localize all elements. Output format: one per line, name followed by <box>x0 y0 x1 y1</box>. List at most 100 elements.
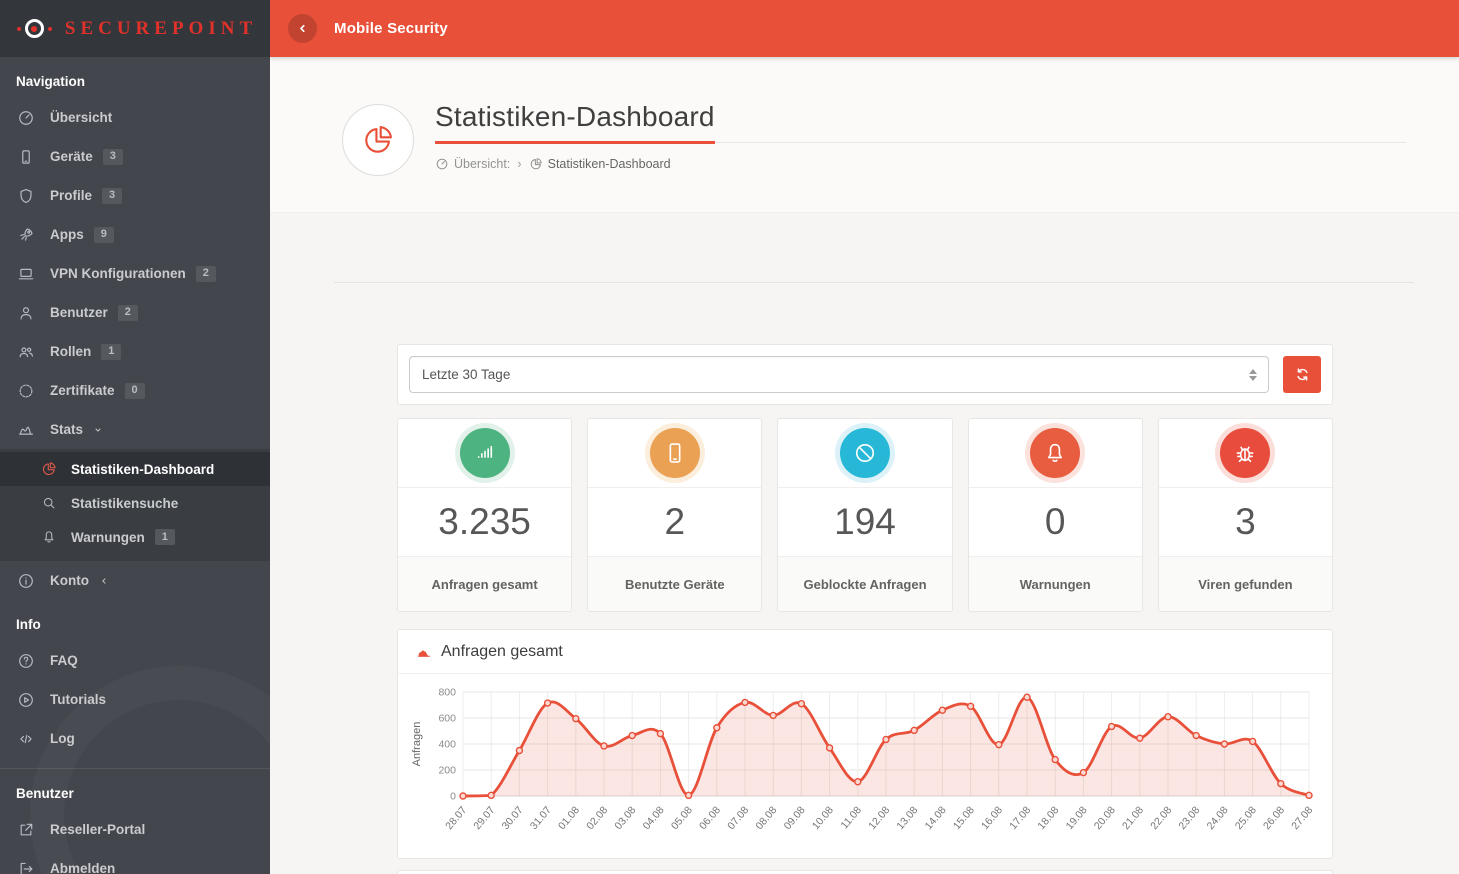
sidebar-item-zertifikate[interactable]: Zertifikate0 <box>0 371 270 410</box>
chart-panel: Anfragen gesamt 020040060080028.0729.073… <box>397 629 1333 859</box>
svg-text:04.08: 04.08 <box>641 804 667 832</box>
refresh-button[interactable] <box>1283 356 1321 393</box>
svg-text:800: 800 <box>438 687 456 699</box>
breadcrumb-item-statistiken-dashboard: Statistiken-Dashboard <box>529 157 671 171</box>
pie-chart-icon <box>41 461 59 477</box>
sidebar-item-konto[interactable]: Konto <box>0 561 270 600</box>
signal-bars-icon <box>460 428 510 478</box>
stats-box-icon <box>17 421 37 439</box>
user-icon <box>17 304 37 322</box>
brand-name: SECUREPOINT <box>65 18 257 40</box>
svg-text:30.07: 30.07 <box>500 804 526 832</box>
pie-chart-icon <box>529 157 543 171</box>
sidebar-item-warnungen[interactable]: Warnungen1 <box>0 520 270 554</box>
svg-text:28.07: 28.07 <box>443 804 469 832</box>
sidebar-submenu-stats: Statistiken-DashboardStatistikensucheWar… <box>0 449 270 561</box>
svg-text:600: 600 <box>438 713 456 725</box>
page-title-icon-circle <box>342 104 414 176</box>
stat-card-benutzte-ger-te: 2Benutzte Geräte <box>587 418 762 612</box>
svg-text:10.08: 10.08 <box>810 804 836 832</box>
sidebar-item-label: Warnungen <box>71 530 145 545</box>
time-range-value: Letzte 30 Tage <box>422 367 510 382</box>
count-badge: 2 <box>118 305 138 321</box>
count-badge: 2 <box>196 266 216 282</box>
certificate-icon <box>17 382 37 400</box>
svg-text:06.08: 06.08 <box>697 804 723 832</box>
topbar: Mobile Security <box>270 0 1459 57</box>
svg-text:31.07: 31.07 <box>528 804 554 832</box>
logo-o-icon <box>25 19 44 38</box>
sidebar-item-apps[interactable]: Apps9 <box>0 215 270 254</box>
svg-text:15.08: 15.08 <box>951 804 977 832</box>
sidebar-item-vpn-konfigurationen[interactable]: VPN Konfigurationen 2 <box>0 254 270 293</box>
area-chart-icon <box>416 644 432 660</box>
stat-label: Geblockte Anfragen <box>778 557 951 611</box>
stat-cards-row: 3.235Anfragen gesamt2Benutzte Geräte194G… <box>397 418 1333 612</box>
stat-value: 2 <box>588 488 761 557</box>
blocked-icon <box>840 428 890 478</box>
sidebar-item-label: FAQ <box>50 653 78 668</box>
svg-text:27.08: 27.08 <box>1289 804 1315 832</box>
svg-text:24.08: 24.08 <box>1205 804 1231 832</box>
search-icon <box>41 495 59 511</box>
sidebar-item-ger-te[interactable]: Geräte3 <box>0 137 270 176</box>
stat-card-geblockte-anfragen: 194Geblockte Anfragen <box>777 418 952 612</box>
sidebar-section-header: Navigation <box>0 57 270 98</box>
svg-text:20.08: 20.08 <box>1092 804 1118 832</box>
securepoint-logo[interactable]: SECUREPOINT <box>13 18 257 40</box>
count-badge: 9 <box>94 227 114 243</box>
svg-text:18.08: 18.08 <box>1035 804 1061 832</box>
svg-text:12.08: 12.08 <box>866 804 892 832</box>
logo-dot-icon <box>48 27 52 31</box>
stat-card-warnungen: 0Warnungen <box>968 418 1143 612</box>
stat-card-viren-gefunden: 3Viren gefunden <box>1158 418 1333 612</box>
sidebar-item-label: Konto <box>50 573 89 588</box>
content-divider <box>334 282 1414 283</box>
stat-value: 0 <box>969 488 1142 557</box>
svg-text:07.08: 07.08 <box>725 804 751 832</box>
sidebar-item-statistiken-dashboard[interactable]: Statistiken-Dashboard <box>0 452 270 486</box>
sidebar-item-abmelden[interactable]: Abmelden <box>0 849 270 874</box>
gauge-icon <box>435 157 449 171</box>
select-stepper-icon <box>1249 369 1257 381</box>
logo-dot-icon <box>17 27 21 31</box>
chevron-left-icon <box>98 575 110 587</box>
stat-label: Warnungen <box>969 557 1142 611</box>
sidebar-item-rollen[interactable]: Rollen1 <box>0 332 270 371</box>
sidebar-item-profile[interactable]: Profile3 <box>0 176 270 215</box>
sidebar-item-log[interactable]: Log <box>0 719 270 758</box>
sidebar-item-label: VPN Konfigurationen <box>50 266 186 281</box>
sidebar-item-bersicht[interactable]: Übersicht <box>0 98 270 137</box>
back-button[interactable] <box>288 14 317 43</box>
rocket-icon <box>17 226 37 244</box>
svg-text:03.08: 03.08 <box>612 804 638 832</box>
sidebar-item-reseller-portal[interactable]: Reseller-Portal <box>0 810 270 849</box>
sidebar-item-label: Statistiken-Dashboard <box>71 462 214 477</box>
sidebar-nav: NavigationÜbersichtGeräte3Profile3Apps9V… <box>0 57 270 874</box>
sidebar-item-faq[interactable]: FAQ <box>0 641 270 680</box>
svg-text:08.08: 08.08 <box>753 804 779 832</box>
logo-band: SECUREPOINT <box>0 0 270 57</box>
svg-text:23.08: 23.08 <box>1176 804 1202 832</box>
sidebar-item-label: Reseller-Portal <box>50 822 145 837</box>
sidebar-item-label: Übersicht <box>50 110 112 125</box>
stat-card-anfragen-gesamt: 3.235Anfragen gesamt <box>397 418 572 612</box>
svg-text:01.08: 01.08 <box>556 804 582 832</box>
svg-text:11.08: 11.08 <box>839 804 865 831</box>
svg-text:17.08: 17.08 <box>1007 804 1033 832</box>
breadcrumb-item-bersicht[interactable]: Übersicht: <box>435 157 510 171</box>
sidebar-item-label: Tutorials <box>50 692 106 707</box>
chart-panel-header: Anfragen gesamt <box>398 630 1332 674</box>
sidebar-item-stats[interactable]: Stats <box>0 410 270 449</box>
sidebar-item-tutorials[interactable]: Tutorials <box>0 680 270 719</box>
sidebar-item-benutzer[interactable]: Benutzer2 <box>0 293 270 332</box>
time-range-select[interactable]: Letzte 30 Tage <box>409 356 1269 393</box>
sidebar-item-label: Geräte <box>50 149 93 164</box>
svg-text:22.08: 22.08 <box>1148 804 1174 832</box>
laptop-icon <box>17 265 37 283</box>
sidebar-item-label: Profile <box>50 188 92 203</box>
sidebar-item-statistikensuche[interactable]: Statistikensuche <box>0 486 270 520</box>
bug-icon <box>1220 428 1270 478</box>
page-header: Statistiken-Dashboard Übersicht:›Statist… <box>270 57 1459 213</box>
topbar-title: Mobile Security <box>334 20 448 37</box>
